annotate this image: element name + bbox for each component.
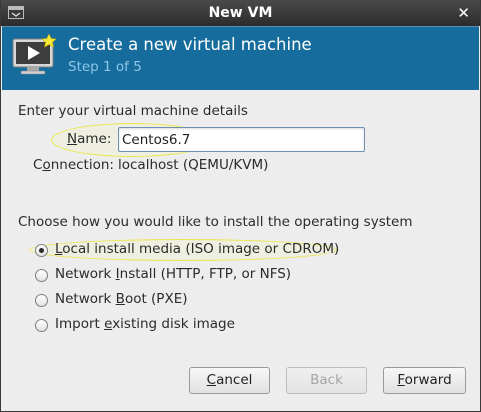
details-heading: Enter your virtual machine details bbox=[18, 103, 248, 119]
radio-button-icon[interactable] bbox=[35, 294, 48, 307]
cancel-button[interactable]: Cancel bbox=[189, 367, 270, 394]
window-menu-icon[interactable] bbox=[8, 6, 24, 19]
wizard-header-banner: Create a new virtual machine Step 1 of 5 bbox=[2, 26, 479, 90]
radio-label: Import existing disk image bbox=[55, 316, 235, 332]
window-title: New VM bbox=[208, 5, 273, 21]
connection-label: Connection: bbox=[33, 157, 114, 173]
new-vm-dialog: New VM ✕ Create a new virtual machine St… bbox=[0, 0, 481, 412]
back-button[interactable]: Back bbox=[286, 367, 367, 394]
close-icon[interactable]: ✕ bbox=[457, 0, 470, 26]
title-bar[interactable]: New VM ✕ bbox=[1, 0, 480, 26]
radio-label: Network Install (HTTP, FTP, or NFS) bbox=[55, 266, 292, 282]
name-label: Name: bbox=[67, 131, 112, 147]
radio-label: Local install media (ISO image or CDROM) bbox=[55, 241, 340, 257]
radio-button-checked-icon[interactable] bbox=[35, 244, 48, 257]
forward-button[interactable]: Forward bbox=[383, 367, 466, 394]
connection-value: localhost (QEMU/KVM) bbox=[118, 157, 269, 173]
name-field[interactable] bbox=[118, 127, 365, 152]
install-method-heading: Choose how you would like to install the… bbox=[18, 214, 413, 230]
radio-button-icon[interactable] bbox=[35, 269, 48, 282]
radio-label: Network Boot (PXE) bbox=[55, 291, 188, 307]
radio-button-icon[interactable] bbox=[35, 319, 48, 332]
wizard-step-indicator: Step 1 of 5 bbox=[68, 59, 142, 75]
wizard-title: Create a new virtual machine bbox=[68, 35, 312, 54]
new-vm-monitor-icon bbox=[12, 34, 57, 75]
